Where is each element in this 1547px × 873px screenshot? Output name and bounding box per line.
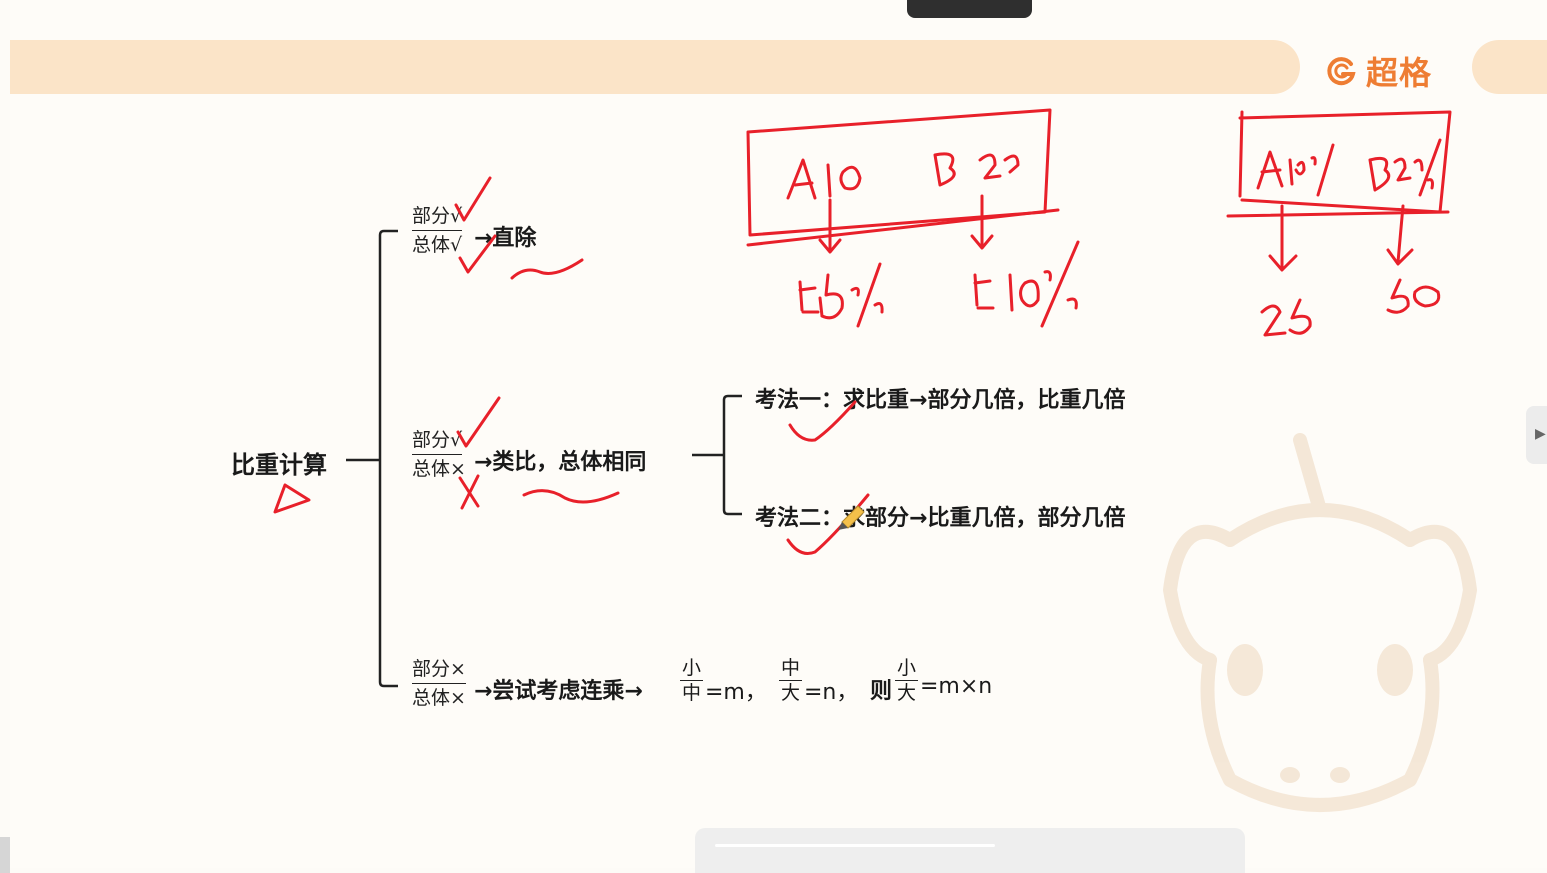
bottom-control-bar[interactable] [695,828,1245,873]
branch3-fraction: 部分× 总体× [412,658,466,709]
branch3-result: →尝试考虑连乘→ [474,679,643,704]
f2-denominator: 大 [781,682,801,704]
progress-bar[interactable] [715,844,995,847]
method1-text: 求比重→部分几倍，比重几倍 [843,388,1126,413]
f1-denominator: 中 [682,682,702,704]
branch1-numerator: 部分√ [412,205,463,231]
branch1-fraction: 部分√ 总体√ [412,205,463,256]
f2-numerator: 中 [779,657,803,681]
fraction-small-large: 小 大 [895,657,919,704]
method2-text: 求部分→比重几倍，部分几倍 [843,506,1126,531]
f1-equation: =m， [705,680,767,705]
branch1-result: →直除 [474,226,537,251]
method1: 考法一：求比重→部分几倍，比重几倍 [755,382,1125,414]
method2: 考法二：求部分→比重几倍，部分几倍 [755,500,1125,532]
left-edge-strip [0,837,10,873]
f2-equation: =n， [804,680,859,705]
method2-prefix: 考法二： [755,506,844,531]
f3-equation: =m×n [920,674,993,699]
branch2-numerator: 部分√ [412,429,463,455]
branch1-denominator: 总体√ [412,234,463,256]
mindmap-connectors [346,229,742,688]
branch3-numerator: 部分× [412,658,466,684]
branch2-denominator: 总体× [412,458,466,480]
fraction-small-medium: 小 中 [680,657,704,704]
then-label: 则 [870,679,893,704]
method1-prefix: 考法一： [755,388,844,413]
side-panel-toggle[interactable]: ▶ [1526,406,1547,464]
branch2-result: →类比，总体相同 [474,450,647,475]
branch3-denominator: 总体× [412,687,466,709]
fraction-medium-large: 中 大 [779,657,803,704]
f1-numerator: 小 [680,657,704,681]
play-right-icon: ▶ [1535,426,1546,442]
root-topic: 比重计算 [231,451,327,479]
branch2-fraction: 部分√ 总体× [412,429,466,480]
f3-numerator: 小 [895,657,919,681]
f3-denominator: 大 [897,682,917,704]
